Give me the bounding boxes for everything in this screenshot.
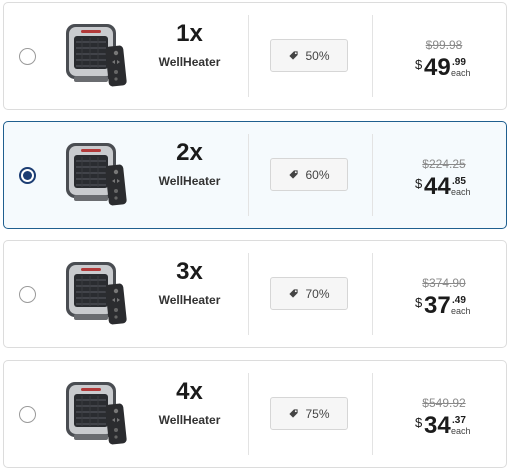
price-integer: 37 <box>424 292 451 319</box>
divider <box>372 15 373 97</box>
offer-radio-1x[interactable] <box>19 48 36 65</box>
discount-badge: 50% <box>270 39 348 72</box>
price-integer: 49 <box>424 54 451 81</box>
discount-percent: 60% <box>305 167 330 182</box>
tag-icon <box>288 169 299 180</box>
offer-product-name: WellHeater <box>158 413 221 427</box>
offer-quantity: 4x <box>176 378 203 405</box>
original-price: $374.90 <box>422 276 466 290</box>
discount-percent: 50% <box>305 48 330 63</box>
heater-with-remote-image <box>66 24 127 87</box>
price-integer: 34 <box>424 412 451 439</box>
price-currency: $ <box>415 176 423 191</box>
tag-icon <box>288 288 299 299</box>
offer-radio-4x[interactable] <box>19 406 36 423</box>
offer-product-name: WellHeater <box>158 55 221 69</box>
offer-product-name: WellHeater <box>158 293 221 307</box>
offer-quantity: 1x <box>176 20 203 47</box>
price-currency: $ <box>415 295 423 310</box>
offer-card-1x[interactable]: 1x WellHeater 50% $99.98 $ 49 .99 each <box>3 2 507 110</box>
offer-quantity: 3x <box>176 258 203 285</box>
discount-percent: 75% <box>305 406 330 421</box>
heater-with-remote-image <box>66 143 127 206</box>
discount-badge: 75% <box>270 397 348 430</box>
price-each-label: each <box>451 68 471 78</box>
offer-radio-2x[interactable] <box>19 167 36 184</box>
offer-quantity: 2x <box>176 139 203 166</box>
offer-radio-3x[interactable] <box>19 286 36 303</box>
tag-icon <box>288 50 299 61</box>
discount-badge: 60% <box>270 158 348 191</box>
price-cents: .85 <box>452 176 466 187</box>
price-cents: .37 <box>452 415 466 426</box>
divider <box>372 253 373 335</box>
price-each-label: each <box>451 306 471 316</box>
discount-badge: 70% <box>270 277 348 310</box>
offer-card-4x[interactable]: 4x WellHeater 75% $549.92 $ 34 .37 each <box>3 360 507 468</box>
original-price: $224.25 <box>422 157 466 171</box>
divider <box>248 373 249 455</box>
discount-percent: 70% <box>305 286 330 301</box>
divider <box>248 253 249 335</box>
price-currency: $ <box>415 415 423 430</box>
divider <box>372 373 373 455</box>
offer-product-name: WellHeater <box>158 174 221 188</box>
divider <box>372 134 373 216</box>
price-cents: .99 <box>452 57 466 68</box>
divider <box>248 15 249 97</box>
original-price: $549.92 <box>422 396 466 410</box>
tag-icon <box>288 408 299 419</box>
original-price: $99.98 <box>425 38 463 52</box>
price-currency: $ <box>415 57 423 72</box>
divider <box>248 134 249 216</box>
price-each-label: each <box>451 426 471 436</box>
price-integer: 44 <box>424 173 451 200</box>
heater-with-remote-image <box>66 262 127 325</box>
offer-card-2x[interactable]: 2x WellHeater 60% $224.25 $ 44 .85 each <box>3 121 507 229</box>
price-each-label: each <box>451 187 471 197</box>
price-cents: .49 <box>452 295 466 306</box>
heater-with-remote-image <box>66 382 127 445</box>
offer-card-3x[interactable]: 3x WellHeater 70% $374.90 $ 37 .49 each <box>3 240 507 348</box>
